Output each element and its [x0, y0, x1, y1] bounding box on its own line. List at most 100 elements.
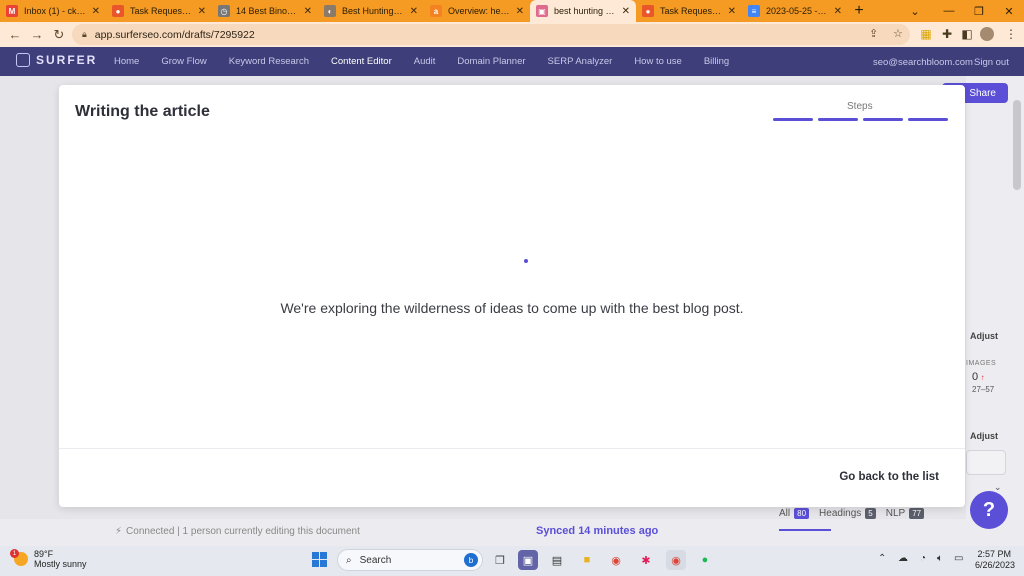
- arrow-up-icon: ↑: [980, 373, 985, 382]
- windows-start-icon[interactable]: [312, 552, 327, 567]
- account-email[interactable]: seo@searchbloom.com: [873, 57, 973, 68]
- nav-link-grow-flow[interactable]: Grow Flow: [161, 56, 206, 67]
- nav-link-content-editor[interactable]: Content Editor: [331, 56, 392, 67]
- weather-widget[interactable]: 1 89°F Mostly sunny: [10, 549, 87, 569]
- teams-chat-icon[interactable]: ▣: [518, 550, 538, 570]
- browser-tab[interactable]: ≡ 2023-05-25 - Con ✕: [742, 0, 848, 22]
- url-text: app.surferseo.com/drafts/7295922: [94, 28, 255, 41]
- forward-arrow-icon[interactable]: →: [26, 24, 48, 46]
- restore-icon[interactable]: ❐: [964, 0, 994, 22]
- browser-tab[interactable]: ● Task Requests | Ins ✕: [636, 0, 742, 22]
- term-filter-tabs: All 80 Headings 5 NLP 77: [779, 508, 925, 519]
- browser-tab[interactable]: ▣ best hunting binoc ✕: [530, 0, 636, 22]
- new-tab-button[interactable]: +: [848, 0, 870, 22]
- volume-icon[interactable]: 🔈︎: [937, 553, 943, 564]
- browser-menu-icon[interactable]: ⋮: [1002, 24, 1020, 44]
- scrollbar[interactable]: [1013, 100, 1021, 190]
- tab-label: All: [779, 508, 791, 519]
- loading-spinner: [524, 259, 528, 263]
- close-tab-icon[interactable]: ✕: [304, 6, 312, 17]
- loading-message: We're exploring the wilderness of ideas …: [280, 300, 744, 316]
- close-tab-icon[interactable]: ✕: [92, 6, 100, 17]
- nav-link-audit[interactable]: Audit: [414, 56, 436, 67]
- weather-badge: 1: [10, 549, 19, 558]
- browser-tab[interactable]: M Inbox (1) - cking ✕: [0, 0, 106, 22]
- browser-tab[interactable]: ◐ Best Hunting Binoc ✕: [318, 0, 424, 22]
- nav-link-home[interactable]: Home: [114, 56, 139, 67]
- help-button[interactable]: ?: [970, 491, 1008, 529]
- minimize-icon[interactable]: —: [934, 0, 964, 22]
- google-docs-icon: ≡: [748, 5, 760, 17]
- sync-time: 14 minutes ago: [578, 525, 659, 537]
- monday-icon: ●: [112, 5, 124, 17]
- taskbar-search[interactable]: ⌕ Search b: [337, 549, 483, 571]
- spotify-icon[interactable]: ●: [695, 550, 715, 570]
- close-tab-icon[interactable]: ✕: [622, 6, 630, 17]
- sync-prefix: Synced: [536, 525, 579, 537]
- slack-icon[interactable]: ✱: [636, 550, 656, 570]
- back-arrow-icon[interactable]: ←: [4, 24, 26, 46]
- browser-tab[interactable]: ◷ 14 Best Binoculars ✕: [212, 0, 318, 22]
- go-back-to-list-link[interactable]: Go back to the list: [839, 471, 939, 483]
- tab-nlp[interactable]: NLP 77: [886, 508, 925, 519]
- images-value: 0: [972, 371, 979, 383]
- step-bar: [818, 118, 858, 121]
- active-tab-underline: [779, 529, 831, 531]
- browser-tab[interactable]: a Overview: hecshu ✕: [424, 0, 530, 22]
- close-window-icon[interactable]: ✕: [994, 0, 1024, 22]
- close-tab-icon[interactable]: ✕: [728, 6, 736, 17]
- profile-avatar[interactable]: [980, 27, 994, 41]
- task-view-icon[interactable]: ❐: [490, 550, 510, 570]
- battery-icon[interactable]: ▭: [954, 553, 963, 564]
- close-tab-icon[interactable]: ✕: [198, 6, 206, 17]
- extension-badge-icon[interactable]: ▦: [917, 24, 935, 44]
- plug-icon: ⚡︎: [115, 526, 123, 537]
- address-bar[interactable]: 🔒︎ app.surferseo.com/drafts/7295922 ⇪ ☆: [72, 24, 910, 45]
- system-clock[interactable]: 2:57 PM 6/26/2023: [975, 549, 1015, 571]
- browser-tab-label: Best Hunting Binoc: [342, 6, 404, 16]
- close-tab-icon[interactable]: ✕: [834, 6, 842, 17]
- nav-link-how-to-use[interactable]: How to use: [634, 56, 682, 67]
- guideline-input[interactable]: [966, 450, 1006, 475]
- adjust-button-2[interactable]: Adjust: [970, 431, 998, 441]
- connection-text: Connected | 1 person currently editing t…: [126, 526, 360, 537]
- adjust-button[interactable]: Adjust: [970, 331, 998, 341]
- nav-link-keyword-research[interactable]: Keyword Research: [229, 56, 309, 67]
- taskbar-search-label: Search: [359, 554, 392, 566]
- surfer-icon: ▣: [536, 5, 548, 17]
- connection-status: ⚡︎ Connected | 1 person currently editin…: [115, 526, 360, 537]
- browser-tab[interactable]: ● Task Requests | Ins ✕: [106, 0, 212, 22]
- bing-icon[interactable]: b: [464, 553, 478, 567]
- tab-search-icon[interactable]: ⌄: [900, 0, 930, 22]
- chrome-icon[interactable]: ◉: [606, 550, 626, 570]
- side-panel-icon[interactable]: ◧: [958, 24, 976, 44]
- browser-tab-label: 2023-05-25 - Con: [766, 6, 828, 16]
- wifi-icon[interactable]: ◔: [920, 553, 926, 564]
- close-tab-icon[interactable]: ✕: [410, 6, 418, 17]
- close-tab-icon[interactable]: ✕: [516, 6, 524, 17]
- monday-icon: ●: [642, 5, 654, 17]
- tab-count-badge: 80: [794, 508, 810, 519]
- nav-link-serp-analyzer[interactable]: SERP Analyzer: [548, 56, 613, 67]
- step-bar: [908, 118, 948, 121]
- browser-tab-label: Inbox (1) - cking: [24, 6, 86, 16]
- chrome-profile-icon[interactable]: ◉: [666, 550, 686, 570]
- share-page-icon[interactable]: ⇪: [869, 27, 878, 40]
- store-icon[interactable]: ▤: [547, 550, 567, 570]
- surfer-logo[interactable]: SURFER: [16, 53, 97, 67]
- reload-icon[interactable]: ↻: [48, 24, 70, 46]
- tab-headings[interactable]: Headings 5: [819, 508, 876, 519]
- nav-link-billing[interactable]: Billing: [704, 56, 729, 67]
- tray-overflow-icon[interactable]: ⌃: [878, 553, 886, 564]
- file-explorer-icon[interactable]: ■: [577, 550, 597, 570]
- onedrive-icon[interactable]: ☁︎: [898, 553, 908, 564]
- surfer-logo-icon: [16, 53, 30, 67]
- gmail-icon: M: [6, 5, 18, 17]
- images-range: 27–57: [972, 385, 995, 394]
- nav-link-domain-planner[interactable]: Domain Planner: [457, 56, 525, 67]
- sign-out-link[interactable]: Sign out: [974, 57, 1009, 68]
- images-count: 0 ↑: [972, 371, 985, 383]
- tab-all[interactable]: All 80: [779, 508, 810, 519]
- extensions-puzzle-icon[interactable]: ✚: [938, 24, 956, 44]
- bookmark-star-icon[interactable]: ☆: [893, 27, 903, 40]
